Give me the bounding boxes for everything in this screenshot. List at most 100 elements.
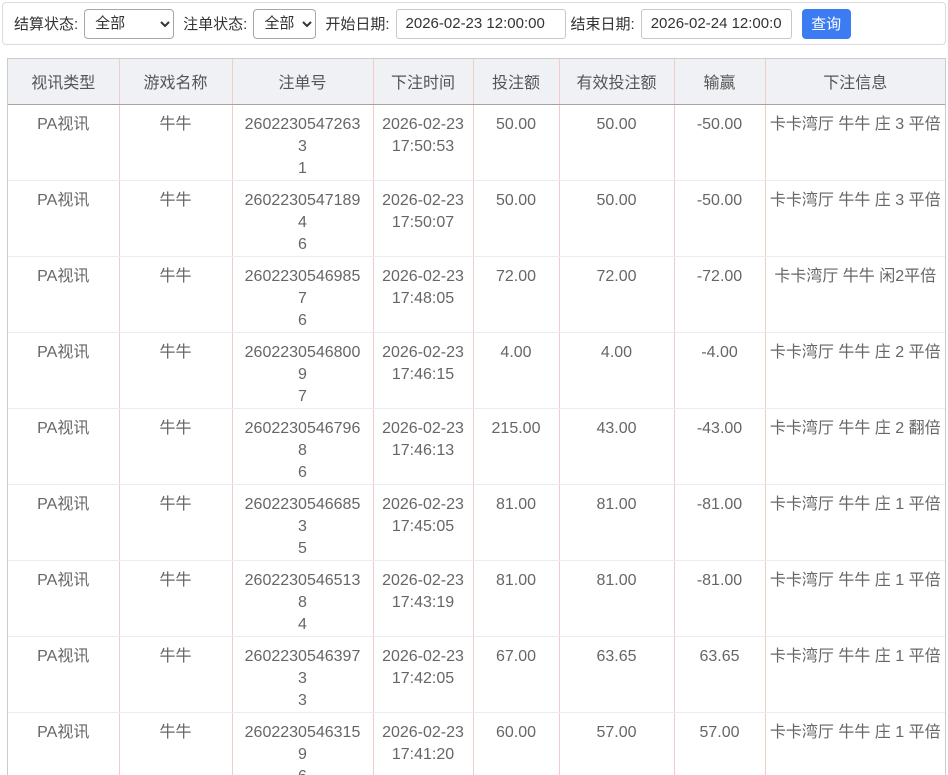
cell-bet-amount: 67.00 (473, 636, 559, 712)
table-row: PA视讯牛牛2602230547189462026-02-23 17:50:07… (8, 180, 945, 256)
cell-game-name: 牛牛 (119, 484, 232, 560)
cell-win-loss: -43.00 (674, 408, 765, 484)
cell-bet-amount: 81.00 (473, 484, 559, 560)
cell-bet-time: 2026-02-23 17:43:19 (373, 560, 473, 636)
cell-video-type: PA视讯 (8, 256, 119, 332)
cell-bet-amount: 60.00 (473, 712, 559, 775)
header-bet-amount: 投注额 (473, 59, 559, 104)
cell-video-type: PA视讯 (8, 104, 119, 180)
cell-valid-bet-amount: 4.00 (559, 332, 674, 408)
cell-bet-info: 卡卡湾厅 牛牛 庄 3 平倍 (765, 104, 945, 180)
cell-game-name: 牛牛 (119, 256, 232, 332)
cell-win-loss: -50.00 (674, 104, 765, 180)
cell-bet-number: 260223054679686 (232, 408, 373, 484)
cell-bet-info: 卡卡湾厅 牛牛 庄 1 平倍 (765, 484, 945, 560)
cell-win-loss: -72.00 (674, 256, 765, 332)
cell-video-type: PA视讯 (8, 180, 119, 256)
cell-bet-amount: 4.00 (473, 332, 559, 408)
order-status-label: 注单状态: (183, 13, 247, 34)
end-date-input[interactable] (641, 9, 792, 39)
cell-win-loss: -81.00 (674, 560, 765, 636)
cell-game-name: 牛牛 (119, 408, 232, 484)
cell-bet-amount: 215.00 (473, 408, 559, 484)
cell-bet-number: 260223054631596 (232, 712, 373, 775)
cell-bet-number: 260223054651384 (232, 560, 373, 636)
cell-win-loss: 57.00 (674, 712, 765, 775)
cell-video-type: PA视讯 (8, 636, 119, 712)
cell-valid-bet-amount: 50.00 (559, 104, 674, 180)
cell-bet-info: 卡卡湾厅 牛牛 庄 2 翻倍 (765, 408, 945, 484)
cell-bet-amount: 72.00 (473, 256, 559, 332)
cell-game-name: 牛牛 (119, 712, 232, 775)
cell-bet-time: 2026-02-23 17:45:05 (373, 484, 473, 560)
cell-bet-amount: 50.00 (473, 180, 559, 256)
cell-bet-number: 260223054718946 (232, 180, 373, 256)
cell-bet-time: 2026-02-23 17:42:05 (373, 636, 473, 712)
end-date-label: 结束日期: (571, 13, 635, 34)
cell-valid-bet-amount: 81.00 (559, 484, 674, 560)
cell-valid-bet-amount: 50.00 (559, 180, 674, 256)
cell-bet-info: 卡卡湾厅 牛牛 庄 2 平倍 (765, 332, 945, 408)
bet-table-body: PA视讯牛牛2602230547263312026-02-23 17:50:53… (8, 104, 945, 775)
cell-valid-bet-amount: 57.00 (559, 712, 674, 775)
order-status-select[interactable]: 全部 (253, 9, 316, 39)
cell-video-type: PA视讯 (8, 408, 119, 484)
cell-bet-info: 卡卡湾厅 牛牛 闲2平倍 (765, 256, 945, 332)
settle-status-label: 结算状态: (14, 13, 78, 34)
cell-video-type: PA视讯 (8, 712, 119, 775)
table-row: PA视讯牛牛2602230546685352026-02-23 17:45:05… (8, 484, 945, 560)
table-header-row: 视讯类型 游戏名称 注单号 下注时间 投注额 有效投注额 输赢 下注信息 (8, 59, 945, 104)
cell-video-type: PA视讯 (8, 560, 119, 636)
cell-bet-time: 2026-02-23 17:46:15 (373, 332, 473, 408)
header-bet-info: 下注信息 (765, 59, 945, 104)
cell-valid-bet-amount: 72.00 (559, 256, 674, 332)
cell-bet-time: 2026-02-23 17:50:07 (373, 180, 473, 256)
start-date-input[interactable] (396, 9, 566, 39)
header-video-type: 视讯类型 (8, 59, 119, 104)
table-row: PA视讯牛牛2602230546315962026-02-23 17:41:20… (8, 712, 945, 775)
header-game-name: 游戏名称 (119, 59, 232, 104)
cell-bet-amount: 81.00 (473, 560, 559, 636)
table-row: PA视讯牛牛2602230546800972026-02-23 17:46:15… (8, 332, 945, 408)
search-button[interactable]: 查询 (802, 9, 851, 39)
header-win-loss: 输赢 (674, 59, 765, 104)
filter-bar: 结算状态: 全部 注单状态: 全部 开始日期: 结束日期: 查询 (2, 2, 946, 45)
table-row: PA视讯牛牛2602230546397332026-02-23 17:42:05… (8, 636, 945, 712)
table-row: PA视讯牛牛2602230546513842026-02-23 17:43:19… (8, 560, 945, 636)
cell-bet-info: 卡卡湾厅 牛牛 庄 1 平倍 (765, 712, 945, 775)
cell-win-loss: 63.65 (674, 636, 765, 712)
cell-win-loss: -4.00 (674, 332, 765, 408)
cell-bet-time: 2026-02-23 17:41:20 (373, 712, 473, 775)
cell-bet-number: 260223054726331 (232, 104, 373, 180)
cell-bet-number: 260223054680097 (232, 332, 373, 408)
table-row: PA视讯牛牛2602230547263312026-02-23 17:50:53… (8, 104, 945, 180)
cell-win-loss: -81.00 (674, 484, 765, 560)
cell-game-name: 牛牛 (119, 180, 232, 256)
cell-bet-time: 2026-02-23 17:46:13 (373, 408, 473, 484)
cell-video-type: PA视讯 (8, 332, 119, 408)
cell-video-type: PA视讯 (8, 484, 119, 560)
settle-status-select[interactable]: 全部 (84, 9, 174, 39)
header-bet-number: 注单号 (232, 59, 373, 104)
cell-bet-number: 260223054668535 (232, 484, 373, 560)
cell-bet-info: 卡卡湾厅 牛牛 庄 3 平倍 (765, 180, 945, 256)
cell-valid-bet-amount: 81.00 (559, 560, 674, 636)
cell-game-name: 牛牛 (119, 332, 232, 408)
cell-valid-bet-amount: 63.65 (559, 636, 674, 712)
cell-bet-info: 卡卡湾厅 牛牛 庄 1 平倍 (765, 560, 945, 636)
cell-bet-number: 260223054698576 (232, 256, 373, 332)
bet-table-container: 视讯类型 游戏名称 注单号 下注时间 投注额 有效投注额 输赢 下注信息 PA视… (7, 58, 946, 775)
cell-game-name: 牛牛 (119, 104, 232, 180)
cell-game-name: 牛牛 (119, 636, 232, 712)
start-date-label: 开始日期: (325, 13, 389, 34)
cell-win-loss: -50.00 (674, 180, 765, 256)
header-valid-bet-amount: 有效投注额 (559, 59, 674, 104)
cell-bet-time: 2026-02-23 17:48:05 (373, 256, 473, 332)
cell-game-name: 牛牛 (119, 560, 232, 636)
cell-bet-time: 2026-02-23 17:50:53 (373, 104, 473, 180)
cell-bet-amount: 50.00 (473, 104, 559, 180)
cell-bet-number: 260223054639733 (232, 636, 373, 712)
header-bet-time: 下注时间 (373, 59, 473, 104)
bet-table: 视讯类型 游戏名称 注单号 下注时间 投注额 有效投注额 输赢 下注信息 PA视… (8, 59, 945, 775)
table-row: PA视讯牛牛2602230546796862026-02-23 17:46:13… (8, 408, 945, 484)
